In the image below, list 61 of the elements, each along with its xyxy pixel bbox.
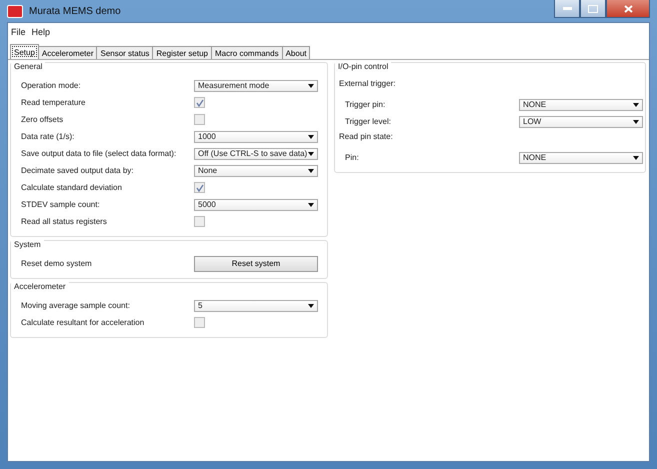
dropdown[interactable]: Measurement mode: [194, 80, 318, 92]
group-title: General: [11, 62, 46, 71]
field-label: Save output data to file (select data format):: [21, 149, 178, 158]
dropdown[interactable]: 5: [194, 300, 318, 312]
group-title: I/O-pin control: [335, 62, 392, 71]
field-label: Decimate saved output data by:: [21, 166, 135, 175]
caret-icon: [633, 102, 639, 106]
field-label: Calculate standard deviation: [21, 183, 123, 192]
section-heading: Read pin state:: [338, 131, 394, 143]
reset-button[interactable]: Reset system: [194, 256, 318, 272]
field-label: Pin:: [345, 153, 360, 162]
dropdown[interactable]: None: [194, 164, 318, 176]
tab[interactable]: Macro commands: [211, 46, 283, 59]
caret-icon: [308, 84, 314, 88]
dropdown[interactable]: Off (Use CTRL-S to save data): [194, 148, 318, 160]
dropdown[interactable]: NONE: [519, 152, 643, 164]
close-button[interactable]: [606, 0, 650, 18]
tab[interactable]: Accelerometer: [38, 46, 98, 59]
group-title: System: [11, 240, 44, 249]
tab[interactable]: Register setup: [152, 46, 212, 59]
checkbox[interactable]: [194, 317, 205, 328]
field-label: Read all status registers: [21, 217, 108, 226]
tab[interactable]: Sensor status: [96, 46, 154, 59]
maximize-icon: [588, 4, 598, 12]
checkbox[interactable]: [194, 216, 205, 227]
field-label: Data rate (1/s):: [21, 132, 76, 141]
caret-icon: [308, 202, 314, 206]
dropdown[interactable]: 5000: [194, 198, 318, 210]
close-icon: [624, 4, 632, 12]
caret-icon: [633, 156, 639, 160]
app-logo-icon: [7, 4, 23, 18]
field-label: Read temperature: [21, 98, 86, 107]
field-label: Zero offsets: [21, 115, 64, 124]
minimize-button[interactable]: [554, 0, 580, 18]
caret-icon: [308, 168, 314, 172]
checkbox[interactable]: [194, 97, 205, 108]
caret-icon: [308, 304, 314, 308]
dropdown[interactable]: NONE: [519, 98, 643, 110]
checkbox[interactable]: [194, 182, 205, 193]
maximize-button[interactable]: [580, 0, 606, 18]
field-label: STDEV sample count:: [21, 200, 101, 209]
field-label: Calculate resultant for acceleration: [21, 318, 146, 327]
field-label: Trigger level:: [345, 117, 392, 126]
group-title: Accelerometer: [11, 282, 69, 291]
dropdown[interactable]: 1000: [194, 130, 318, 142]
section-heading: External trigger:: [338, 78, 396, 90]
field-label: Reset demo system: [21, 259, 93, 268]
caret-icon: [633, 120, 639, 124]
field-label: Moving average sample count:: [21, 301, 131, 310]
window-title: Murata MEMS demo: [29, 6, 122, 16]
field-label: Trigger pin:: [345, 100, 386, 109]
field-label: Operation mode:: [21, 81, 82, 90]
tab[interactable]: About: [282, 46, 310, 59]
menu-item[interactable]: Help: [32, 26, 50, 36]
minimize-icon: [562, 7, 572, 10]
checkbox[interactable]: [194, 114, 205, 125]
dropdown[interactable]: LOW: [519, 116, 643, 128]
caret-icon: [308, 152, 314, 156]
menu-item[interactable]: File: [11, 26, 26, 36]
tab[interactable]: Setup: [10, 44, 39, 59]
caret-icon: [308, 134, 314, 138]
